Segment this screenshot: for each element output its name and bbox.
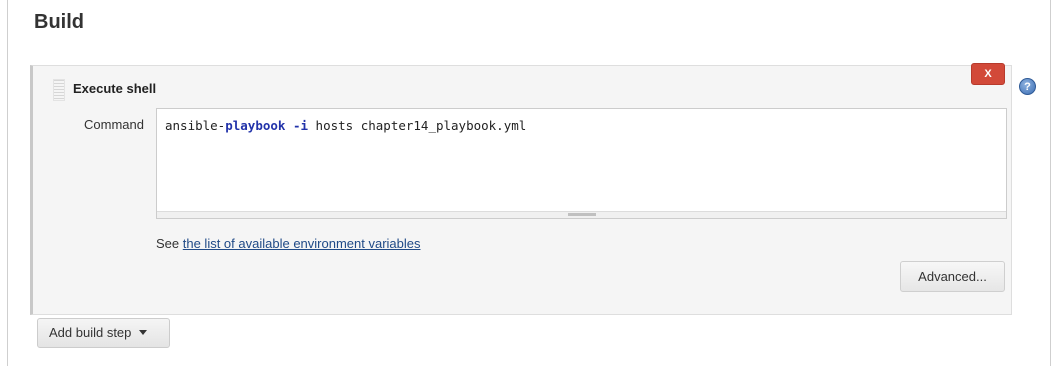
resize-grip-icon[interactable]	[567, 213, 596, 216]
command-token: ansible-	[165, 118, 226, 133]
env-vars-hint: See the list of available environment va…	[156, 236, 421, 251]
command-text: ansible-playbook -i hosts chapter14_play…	[165, 118, 526, 133]
execute-shell-step: Execute shell X Command ansible-playbook…	[30, 63, 1012, 315]
add-build-step-button[interactable]: Add build step	[37, 318, 170, 348]
command-label: Command	[84, 117, 144, 132]
command-keyword: playbook	[225, 118, 286, 133]
textarea-resize-bar[interactable]	[157, 211, 1006, 218]
see-prefix: See	[156, 236, 183, 251]
help-icon[interactable]: ?	[1019, 78, 1036, 95]
build-section: Build Execute shell X Command ansible-pl…	[7, 0, 1051, 366]
command-token	[285, 118, 293, 133]
delete-step-button[interactable]: X	[971, 63, 1005, 85]
env-vars-link[interactable]: the list of available environment variab…	[183, 236, 421, 251]
drag-handle-icon[interactable]	[53, 79, 65, 101]
caret-down-icon	[139, 330, 148, 336]
section-title: Build	[34, 11, 84, 33]
advanced-button[interactable]: Advanced...	[900, 261, 1005, 292]
step-title: Execute shell	[73, 81, 157, 96]
command-token: hosts chapter14_playbook.yml	[308, 118, 527, 133]
command-textarea[interactable]: ansible-playbook -i hosts chapter14_play…	[156, 108, 1007, 219]
add-build-step-label: Add build step	[49, 325, 132, 340]
command-flag: -i	[292, 118, 309, 133]
